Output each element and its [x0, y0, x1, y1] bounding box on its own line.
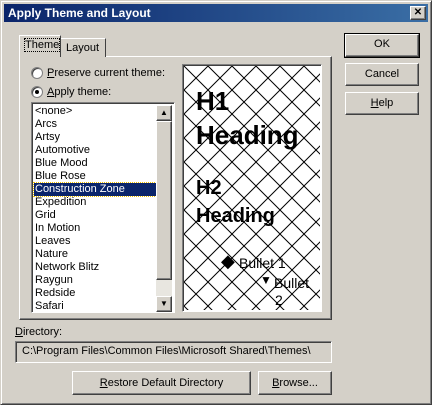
theme-list-scrollbar[interactable]: ▲ ▼ — [156, 105, 172, 312]
scroll-up-icon: ▲ — [160, 108, 168, 117]
tab-theme-label: Theme — [23, 38, 61, 52]
theme-list-item[interactable]: Network Blitz — [34, 261, 158, 274]
scroll-down-button[interactable]: ▼ — [156, 296, 172, 312]
preview-bullet2-line2: 2 — [275, 292, 283, 308]
directory-label: Directory: — [15, 326, 63, 338]
theme-list-item[interactable]: Leaves — [34, 235, 158, 248]
theme-list-item[interactable]: <none> — [34, 105, 158, 118]
help-button[interactable]: Help — [345, 92, 419, 115]
scroll-down-icon: ▼ — [160, 299, 168, 308]
theme-preview: H1 Heading H2 Heading ◆ Bullet 1 ▼ Bulle… — [182, 64, 322, 312]
close-icon: ✕ — [413, 7, 423, 18]
tab-theme[interactable]: Theme — [19, 35, 61, 57]
preview-h2-line2: Heading — [196, 205, 275, 227]
preserve-theme-radio[interactable] — [31, 67, 43, 79]
preview-h2-line1: H2 — [196, 177, 222, 199]
theme-list-item[interactable]: Raygun — [34, 274, 158, 287]
preserve-theme-option[interactable]: Preserve current theme: — [31, 66, 165, 80]
preview-h1-line2: Heading — [196, 120, 299, 150]
ok-button[interactable]: OK — [344, 33, 420, 58]
apply-theme-radio[interactable] — [31, 86, 43, 98]
bullet1-icon: ◆ — [221, 251, 235, 271]
restore-default-directory-button[interactable]: Restore Default Directory — [72, 371, 251, 395]
preview-h1-line1: H1 — [196, 86, 230, 116]
bullet2-icon: ▼ — [260, 273, 272, 287]
title-bar[interactable]: Apply Theme and Layout ✕ — [4, 4, 428, 22]
theme-listbox[interactable]: <none> Arcs Artsy Automotive Blue Mood Blue R… — [31, 102, 175, 313]
preserve-theme-label: Preserve current theme: — [47, 67, 165, 79]
theme-list-item[interactable]: Artsy — [34, 131, 158, 144]
close-button[interactable]: ✕ — [410, 6, 426, 20]
theme-list-item[interactable]: In Motion — [34, 222, 158, 235]
theme-list-item[interactable]: Redside — [34, 287, 158, 300]
preview-bullet1: Bullet 1 — [239, 255, 286, 271]
scroll-up-button[interactable]: ▲ — [156, 105, 172, 121]
theme-list-items: <none> Arcs Artsy Automotive Blue Mood Blue R… — [33, 105, 159, 312]
browse-button[interactable]: Browse... — [258, 371, 332, 395]
preview-canvas: H1 Heading H2 Heading ◆ Bullet 1 ▼ Bulle… — [184, 66, 320, 310]
tab-layout-label: Layout — [66, 42, 100, 54]
directory-field[interactable]: C:\Program Files\Common Files\Microsoft … — [15, 341, 332, 363]
apply-theme-dialog: Apply Theme and Layout ✕ Theme Layout Pr… — [0, 0, 432, 405]
preview-bullet2-line1: Bullet — [274, 275, 310, 291]
cancel-button[interactable]: Cancel — [345, 63, 419, 86]
theme-list-item[interactable]: Nature — [34, 248, 158, 261]
theme-list-item[interactable]: Safari — [34, 300, 158, 312]
theme-list-item[interactable]: Grid — [34, 209, 158, 222]
theme-list-item[interactable]: Expedition — [34, 196, 158, 209]
theme-list-item[interactable]: Blue Mood — [34, 157, 158, 170]
apply-theme-label: Apply theme: — [47, 86, 112, 98]
scroll-thumb[interactable] — [156, 121, 172, 280]
theme-list-item[interactable]: Blue Rose — [34, 170, 158, 183]
window-title: Apply Theme and Layout — [8, 6, 151, 20]
theme-list-item[interactable]: Construction Zone — [33, 182, 159, 197]
theme-list-item[interactable]: Automotive — [34, 144, 158, 157]
tab-layout[interactable]: Layout — [60, 38, 106, 57]
apply-theme-option[interactable]: Apply theme: — [31, 85, 111, 99]
theme-list-item[interactable]: Arcs — [34, 118, 158, 131]
